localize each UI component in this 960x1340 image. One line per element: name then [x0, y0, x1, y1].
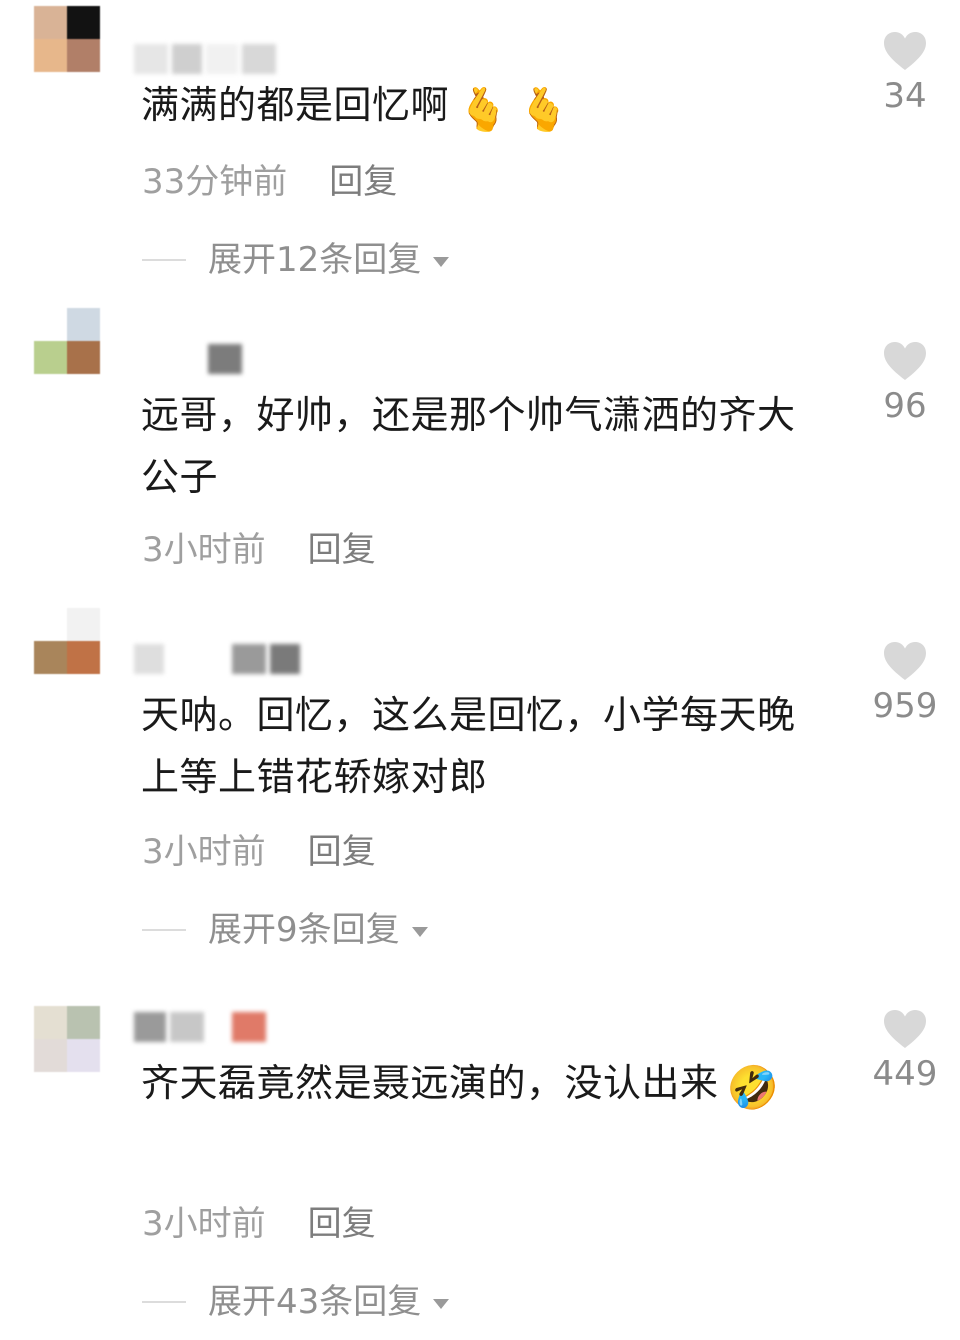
comment-meta: 3小时前 回复 [142, 832, 376, 872]
expand-replies-button[interactable]: 展开43条回复 [142, 1282, 450, 1322]
like-button[interactable]: 34 [860, 30, 950, 116]
like-count: 34 [883, 76, 927, 116]
like-button[interactable]: 449 [860, 1008, 950, 1094]
comment-meta: 33分钟前 回复 [142, 162, 397, 202]
heart-icon [884, 342, 926, 380]
heart-icon [884, 1010, 926, 1048]
expand-replies-button[interactable]: 展开9条回复 [142, 910, 428, 950]
username-blurred[interactable] [134, 40, 276, 74]
timestamp: 3小时前 [142, 1204, 266, 1244]
comment-text-body: 远哥，好帅，还是那个帅气潇洒的齐大公子 [141, 393, 796, 499]
divider-line [142, 929, 186, 931]
comment-meta: 3小时前 回复 [142, 1204, 376, 1244]
timestamp: 3小时前 [142, 832, 266, 872]
reply-button[interactable]: 回复 [329, 162, 397, 202]
reply-button[interactable]: 回复 [308, 832, 376, 872]
divider-line [142, 1301, 186, 1303]
username-blurred[interactable] [134, 340, 246, 374]
caret-down-icon [411, 927, 428, 937]
expand-replies-label: 展开9条回复 [208, 910, 400, 950]
comment-text: 远哥，好帅，还是那个帅气潇洒的齐大公子 [141, 384, 831, 508]
expand-replies-label: 展开43条回复 [208, 1282, 422, 1322]
emoji-icon: 🫰 [457, 85, 510, 134]
comment-text: 齐天磊竟然是聂远演的，没认出来 🤣 [141, 1052, 831, 1119]
like-button[interactable]: 959 [860, 640, 950, 726]
username-blurred[interactable] [134, 1008, 266, 1042]
avatar[interactable] [34, 308, 100, 374]
reply-button[interactable]: 回复 [308, 1204, 376, 1244]
comment-text-body: 满满的都是回忆啊 [141, 83, 450, 127]
like-button[interactable]: 96 [860, 340, 950, 426]
reply-button[interactable]: 回复 [308, 530, 376, 570]
emoji-icon: 🫰 [517, 85, 571, 134]
comment-meta: 3小时前 回复 [142, 530, 376, 570]
timestamp: 3小时前 [142, 530, 266, 570]
username-blurred[interactable] [134, 640, 300, 674]
emoji-icon: 🤣 [726, 1063, 780, 1112]
comment-text: 天呐。回忆，这么是回忆，小学每天晚上等上错花轿嫁对郎 [141, 684, 831, 808]
comment-text-body: 天呐。回忆，这么是回忆，小学每天晚上等上错花轿嫁对郎 [141, 693, 796, 799]
avatar[interactable] [34, 608, 100, 674]
expand-replies-label: 展开12条回复 [208, 240, 422, 280]
like-count: 449 [872, 1054, 938, 1094]
like-count: 96 [883, 386, 927, 426]
caret-down-icon [433, 257, 450, 267]
heart-icon [884, 32, 926, 70]
expand-replies-button[interactable]: 展开12条回复 [142, 240, 450, 280]
comment-text-body: 齐天磊竟然是聂远演的，没认出来 [141, 1061, 719, 1105]
divider-line [142, 259, 186, 261]
avatar[interactable] [34, 6, 100, 72]
caret-down-icon [433, 1299, 450, 1309]
avatar[interactable] [34, 1006, 100, 1072]
heart-icon [884, 642, 926, 680]
like-count: 959 [872, 686, 938, 726]
timestamp: 33分钟前 [142, 162, 288, 202]
comment-text: 满满的都是回忆啊 🫰 🫰 [141, 74, 831, 141]
